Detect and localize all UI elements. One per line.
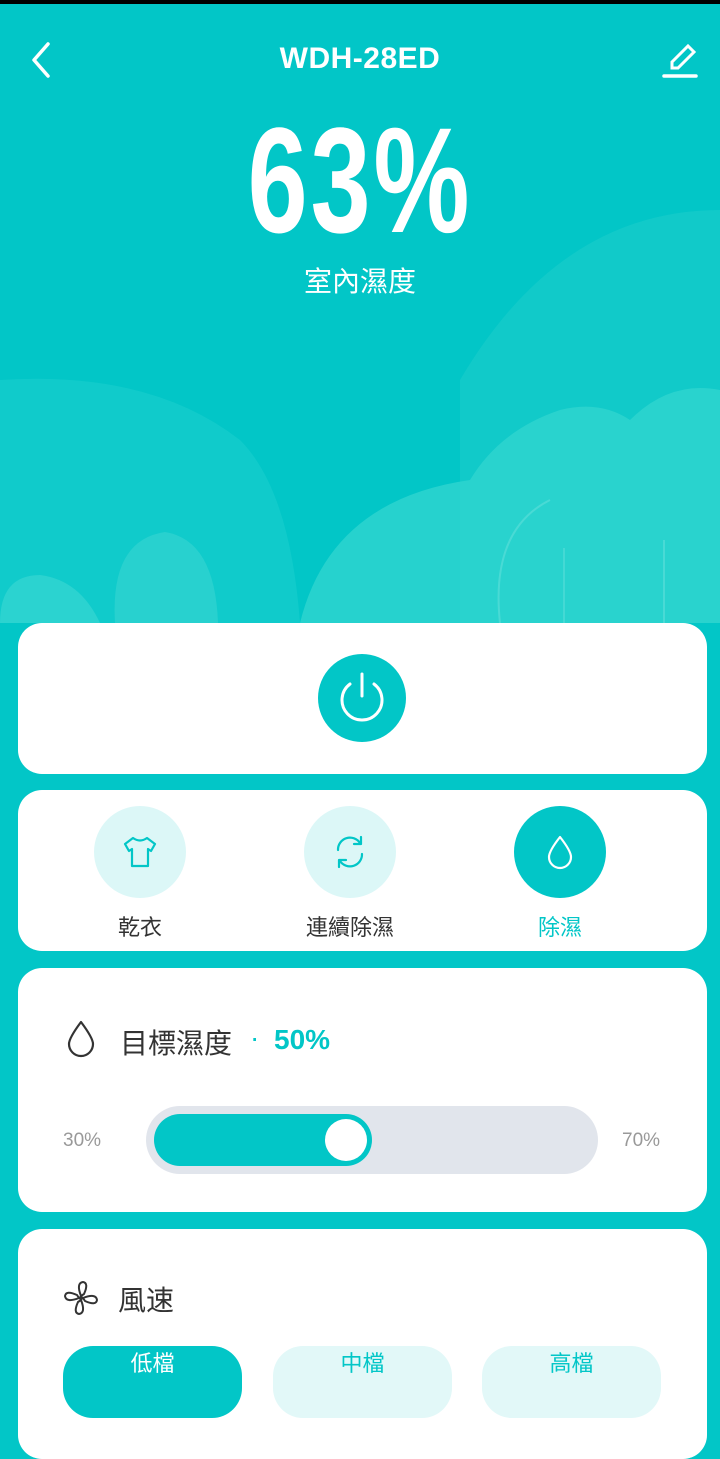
slider-min-label: 30% bbox=[63, 1130, 102, 1151]
fan-speed-card: 風速 低檔 中檔 高檔 bbox=[18, 1229, 707, 1459]
indoor-humidity-label: 室內濕度 bbox=[303, 265, 416, 298]
indoor-humidity-value: 63% bbox=[247, 96, 473, 264]
slider-knob[interactable] bbox=[325, 1119, 367, 1161]
fan-speed-medium-button[interactable]: 中檔 bbox=[273, 1346, 452, 1418]
target-humidity-title: 目標濕度 bbox=[120, 1027, 233, 1060]
mode-dry-clothes-button[interactable]: 乾衣 bbox=[40, 806, 240, 942]
edit-pencil-icon[interactable] bbox=[660, 40, 700, 80]
page-title: WDH-28ED bbox=[279, 42, 441, 75]
mode-label: 連續除濕 bbox=[305, 916, 394, 941]
fan-icon bbox=[62, 1279, 100, 1321]
shirt-icon bbox=[123, 836, 157, 868]
droplet-icon bbox=[547, 835, 573, 870]
header-bar: WDH-28ED bbox=[0, 30, 720, 94]
fan-speed-title: 風速 bbox=[118, 1284, 175, 1317]
slider-max-label: 70% bbox=[622, 1130, 661, 1151]
mode-card: 乾衣 連續除濕 除濕 bbox=[18, 790, 707, 951]
droplet-icon bbox=[66, 1020, 96, 1062]
mode-dehumidify-button[interactable]: 除濕 bbox=[460, 806, 660, 942]
separator-dot: · bbox=[250, 1022, 260, 1053]
mode-label: 乾衣 bbox=[117, 916, 162, 941]
mode-continuous-button[interactable]: 連續除濕 bbox=[250, 806, 450, 942]
fan-speed-high-button[interactable]: 高檔 bbox=[482, 1346, 661, 1418]
mode-label: 除濕 bbox=[537, 916, 582, 941]
power-card bbox=[18, 623, 707, 774]
fan-speed-low-button[interactable]: 低檔 bbox=[63, 1346, 242, 1418]
power-button[interactable] bbox=[318, 654, 406, 742]
target-humidity-slider[interactable] bbox=[146, 1106, 598, 1174]
power-icon bbox=[340, 672, 384, 722]
target-humidity-card: 目標濕度 · 50% 30% 70% bbox=[18, 968, 707, 1212]
cycle-icon bbox=[336, 835, 364, 869]
target-humidity-value: 50% bbox=[274, 1024, 331, 1055]
